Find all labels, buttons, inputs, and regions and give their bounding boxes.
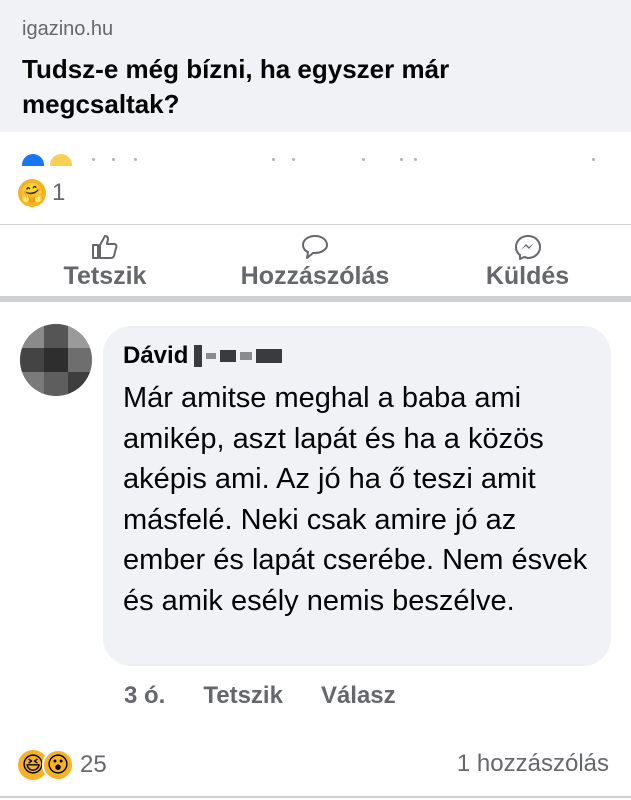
post-action-bar: Tetszik Hozzászólás Küldés (0, 226, 631, 296)
section-divider (0, 296, 631, 302)
author-name: Dávid (123, 342, 189, 369)
avatar[interactable] (20, 324, 92, 396)
comment-time[interactable]: 3 ó. (124, 682, 165, 710)
obscured-reaction-strip (22, 152, 602, 166)
divider (0, 224, 631, 225)
comment-like-button[interactable]: Tetszik (203, 682, 283, 710)
footer-reaction-count: 25 (80, 751, 107, 778)
link-preview-card[interactable]: igazino.hu Tudsz-e még bízni, ha egyszer… (0, 0, 631, 132)
comment-author[interactable]: Dávid (123, 342, 283, 370)
comment-label: Hozzászólás (240, 262, 390, 290)
hug-emoji-icon: 🤗 (18, 179, 46, 207)
like-label: Tetszik (63, 262, 147, 290)
censored-surname (194, 345, 283, 367)
wow-emoji-icon: 😮 (42, 749, 74, 781)
bottom-divider (0, 796, 631, 798)
footer-reactions[interactable]: 😆 😮 25 (18, 748, 107, 782)
like-button[interactable]: Tetszik (50, 226, 160, 296)
comments-count-link[interactable]: 1 hozzászólás (457, 750, 609, 778)
comment-button[interactable]: Hozzászólás (225, 226, 405, 296)
post-reaction-count: 1 (52, 179, 66, 206)
post-reactions[interactable]: 🤗 1 (18, 176, 65, 210)
comment-bubble: Dávid Már amitse meghal a baba ami amiké… (103, 326, 611, 666)
comment-reply-button[interactable]: Válasz (321, 682, 396, 710)
comment-text: Már amitse meghal a baba ami amikép, asz… (123, 382, 588, 617)
link-title[interactable]: Tudsz-e még bízni, ha egyszer már megcsa… (22, 52, 582, 122)
link-domain: igazino.hu (22, 18, 114, 40)
messenger-icon (514, 235, 541, 260)
comment-meta: 3 ó. Tetszik Válasz (124, 680, 434, 712)
send-label: Küldés (485, 262, 570, 290)
thumbs-up-icon (92, 235, 118, 259)
send-button[interactable]: Küldés (470, 226, 585, 296)
comment-bubble-icon (302, 235, 328, 259)
